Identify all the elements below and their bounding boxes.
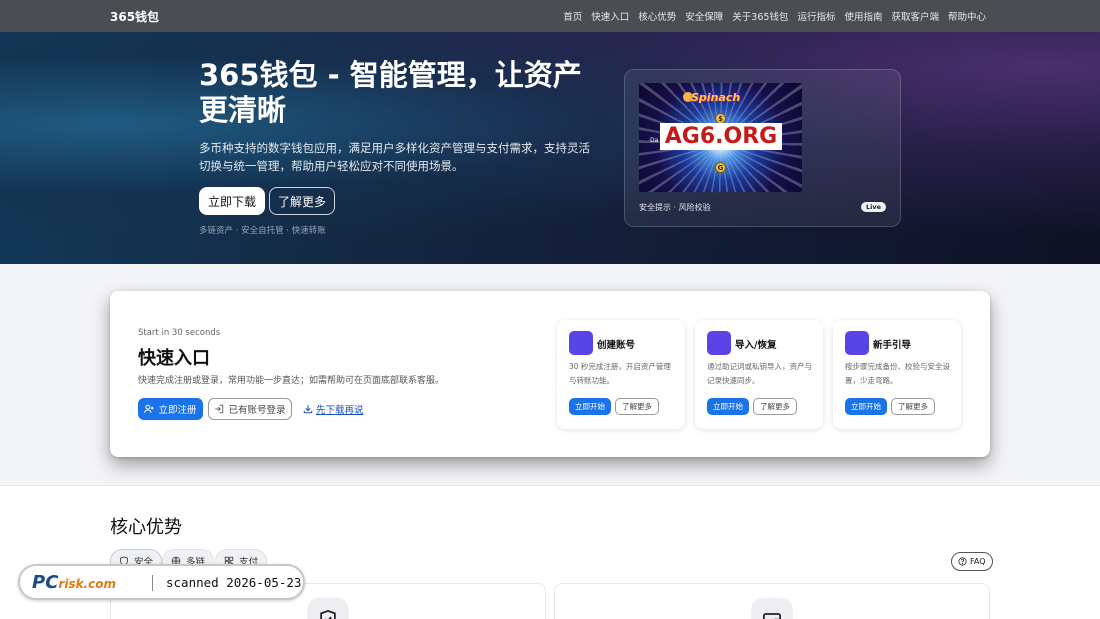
brand-logo[interactable]: 365钱包: [110, 8, 159, 25]
login-label: 已有账号登录: [228, 405, 286, 416]
quick-description: 快速完成注册或登录，常用功能一步直达；如需帮助可在页面底部联系客服。: [138, 376, 445, 386]
nav-link-metrics[interactable]: 运行指标: [797, 9, 835, 23]
live-badge: Live: [860, 202, 886, 212]
coin-icon: G: [715, 162, 726, 173]
top-nav: 365钱包 首页 快速入口 核心优势 安全保障 关于365钱包 运行指标 使用指…: [0, 0, 1100, 32]
more-button[interactable]: 了解更多: [891, 398, 935, 415]
card-description: 通过助记词或私钥导入，资产与记录快速同步。: [707, 362, 812, 385]
wallet-icon: [751, 598, 793, 619]
login-icon: [215, 404, 224, 414]
nav-link-help[interactable]: 帮助中心: [948, 9, 986, 23]
user-add-icon: [144, 404, 155, 413]
register-button[interactable]: 立即注册: [138, 398, 203, 420]
quick-eyebrow: Start in 30 seconds: [138, 328, 221, 338]
quick-entry-panel: Start in 30 seconds 快速入口 快速完成注册或登录，常用功能一…: [110, 291, 990, 457]
promo-brand: Spinach: [691, 91, 741, 104]
learn-more-button[interactable]: 了解更多: [269, 187, 335, 215]
promo-banner-image[interactable]: Spinach $ AG6.ORG Da G: [639, 83, 802, 192]
guide-icon: [845, 331, 869, 355]
logo-main: PC: [32, 572, 59, 593]
nav-link-client[interactable]: 获取客户端: [891, 9, 939, 23]
card-import-restore: 导入/恢复 通过助记词或私钥导入，资产与记录快速同步。 立即开始 了解更多: [695, 320, 823, 429]
card-title: 创建账号: [597, 340, 636, 351]
download-icon: [303, 405, 313, 414]
hero-section: 365钱包 - 智能管理，让资产更清晰 多币种支持的数字钱包应用，满足用户多样化…: [0, 32, 1100, 264]
hero-description: 多币种支持的数字钱包应用，满足用户多样化资产管理与支付需求，支持灵活切换与统一管…: [199, 141, 590, 173]
nav-link-home[interactable]: 首页: [563, 9, 582, 23]
pcrisk-logo: PCrisk.com: [32, 572, 116, 593]
quick-title: 快速入口: [138, 348, 210, 369]
shield-check-icon: [307, 598, 349, 619]
watermark-divider: [152, 575, 153, 591]
create-account-icon: [569, 331, 593, 355]
nav-links: 首页 快速入口 核心优势 安全保障 关于365钱包 运行指标 使用指南 获取客户…: [563, 9, 986, 23]
hero-tags: 多链资产 · 安全自托管 · 快速转账: [199, 226, 326, 236]
faq-label: FAQ: [970, 557, 986, 566]
hero-title: 365钱包 - 智能管理，让资产更清晰: [199, 58, 582, 127]
scan-date-text: scanned 2026-05-23: [166, 575, 302, 590]
logo-sub: risk.com: [58, 577, 116, 591]
card-description: 30 秒完成注册，开启资产管理与转账功能。: [569, 362, 671, 385]
card-description: 按步骤完成备份、校验与安全设置，少走弯路。: [845, 362, 950, 385]
nav-link-guide[interactable]: 使用指南: [844, 9, 882, 23]
card-beginner-guide: 新手引导 按步骤完成备份、校验与安全设置，少走弯路。 立即开始 了解更多: [833, 320, 961, 429]
nav-link-security[interactable]: 安全保障: [685, 9, 723, 23]
import-icon: [707, 331, 731, 355]
card-caption: 安全提示 · 风险校验: [639, 203, 711, 212]
pcrisk-watermark: PCrisk.com scanned 2026-05-23: [18, 564, 305, 600]
register-label: 立即注册: [158, 405, 197, 416]
download-first-link[interactable]: 先下载再说: [303, 402, 364, 416]
card-create-account: 创建账号 30 秒完成注册，开启资产管理与转账功能。 立即开始 了解更多: [557, 320, 685, 429]
more-button[interactable]: 了解更多: [615, 398, 659, 415]
card-title: 新手引导: [873, 340, 912, 351]
card-title: 导入/恢复: [735, 340, 777, 351]
faq-button[interactable]: FAQ: [951, 552, 993, 571]
feature-card-multichain: [554, 583, 990, 619]
question-circle-icon: [958, 557, 967, 566]
start-button[interactable]: 立即开始: [569, 398, 611, 415]
more-button[interactable]: 了解更多: [753, 398, 797, 415]
promo-small-text: Da: [650, 137, 659, 144]
nav-link-advantages[interactable]: 核心优势: [638, 9, 676, 23]
advantages-title: 核心优势: [110, 517, 182, 538]
login-button[interactable]: 已有账号登录: [208, 398, 292, 420]
download-button[interactable]: 立即下载: [199, 187, 265, 215]
promo-headline: AG6.ORG: [660, 123, 782, 150]
hero-preview-card: Spinach $ AG6.ORG Da G 安全提示 · 风险校验 Live: [624, 69, 901, 227]
start-button[interactable]: 立即开始: [707, 398, 749, 415]
nav-link-about[interactable]: 关于365钱包: [732, 9, 788, 23]
start-button[interactable]: 立即开始: [845, 398, 887, 415]
nav-link-quick-entry[interactable]: 快速入口: [591, 9, 629, 23]
download-first-label: 先下载再说: [316, 405, 364, 416]
